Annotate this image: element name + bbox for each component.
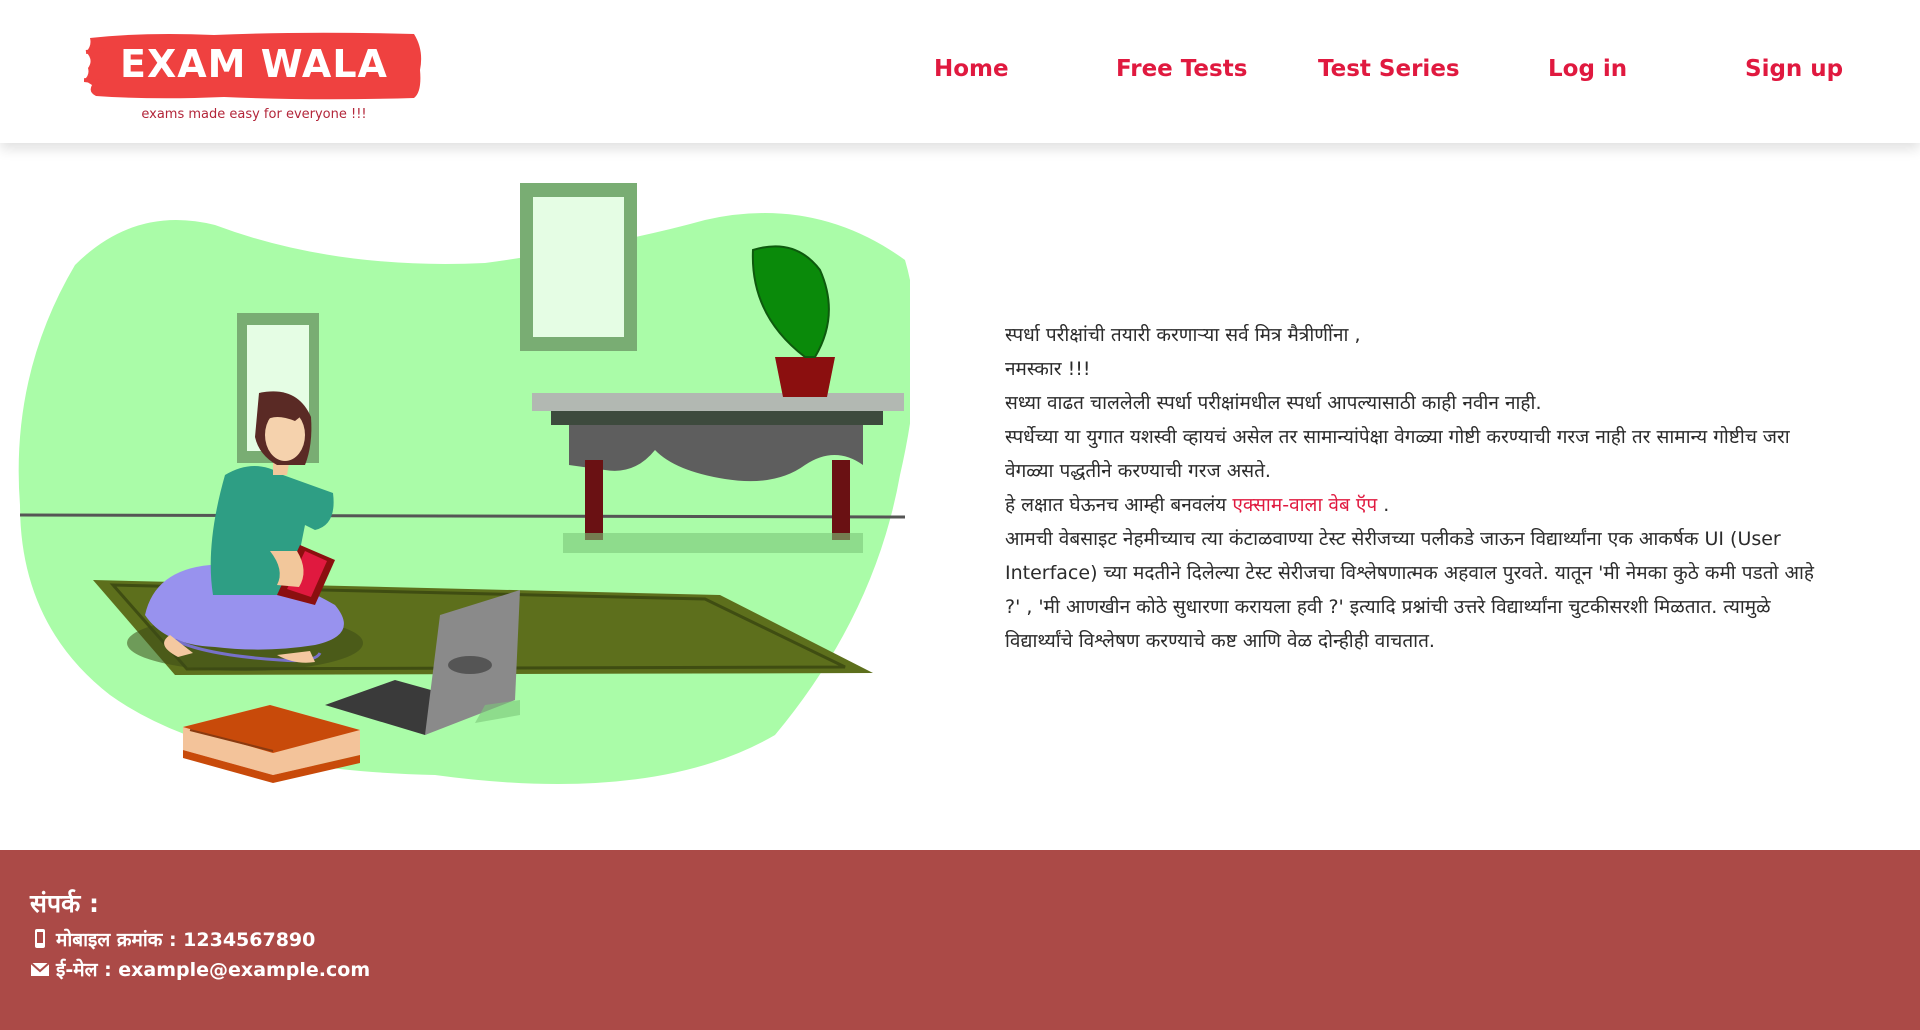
contact-mobile-text: मोबाइल क्रमांक : 1234567890 xyxy=(56,929,316,951)
main-nav: Home Free Tests Test Series Log in Sign … xyxy=(0,56,1920,96)
paragraph-3-suffix: . xyxy=(1383,494,1390,516)
contact-mobile: मोबाइल क्रमांक : 1234567890 xyxy=(30,926,315,952)
nav-log-in[interactable]: Log in xyxy=(1548,56,1627,82)
table-top xyxy=(532,393,904,411)
app-name-highlight: एक्साम-वाला वेब ऍप xyxy=(1232,494,1378,516)
nav-test-series[interactable]: Test Series xyxy=(1318,56,1460,82)
brand-tagline: exams made easy for everyone !!! xyxy=(141,107,367,122)
salutation-text: नमस्कार !!! xyxy=(1005,358,1091,380)
mail-icon xyxy=(30,962,50,976)
phone-icon xyxy=(35,929,45,948)
paragraph-2: स्पर्धेच्या या युगात यशस्वी व्हायचं असेल… xyxy=(1005,426,1790,482)
site-header: EXAM WALA exams made easy for everyone !… xyxy=(0,0,1920,143)
nav-sign-up[interactable]: Sign up xyxy=(1745,56,1843,82)
nav-free-tests[interactable]: Free Tests xyxy=(1116,56,1247,82)
nav-home[interactable]: Home xyxy=(934,56,1009,82)
plant-pot xyxy=(775,357,835,397)
contact-email[interactable]: ई-मेल : example@example.com xyxy=(30,956,370,982)
site-footer: संपर्क : मोबाइल क्रमांक : 1234567890 ई-म… xyxy=(0,850,1920,1030)
study-illustration xyxy=(18,183,910,784)
contact-heading: संपर्क : xyxy=(30,889,100,918)
greeting-text: स्पर्धा परीक्षांची तयारी करणाऱ्या सर्व म… xyxy=(1005,324,1361,346)
contact-email-text[interactable]: ई-मेल : example@example.com xyxy=(56,956,370,982)
paragraph-4: आमची वेबसाइट नेहमीच्याच त्या कंटाळवाण्या… xyxy=(1005,528,1815,652)
paragraph-3-prefix: हे लक्षात घेऊनच आम्ही बनवलंय xyxy=(1005,494,1227,516)
paragraph-3: हे लक्षात घेऊनच आम्ही बनवलंय एक्साम-वाला… xyxy=(1005,488,1835,522)
paragraph-1: सध्या वाढत चाललेली स्पर्धा परीक्षांमधील … xyxy=(1005,392,1542,414)
intro-article: स्पर्धा परीक्षांची तयारी करणाऱ्या सर्व म… xyxy=(1005,318,1835,658)
floor-line xyxy=(19,513,906,519)
